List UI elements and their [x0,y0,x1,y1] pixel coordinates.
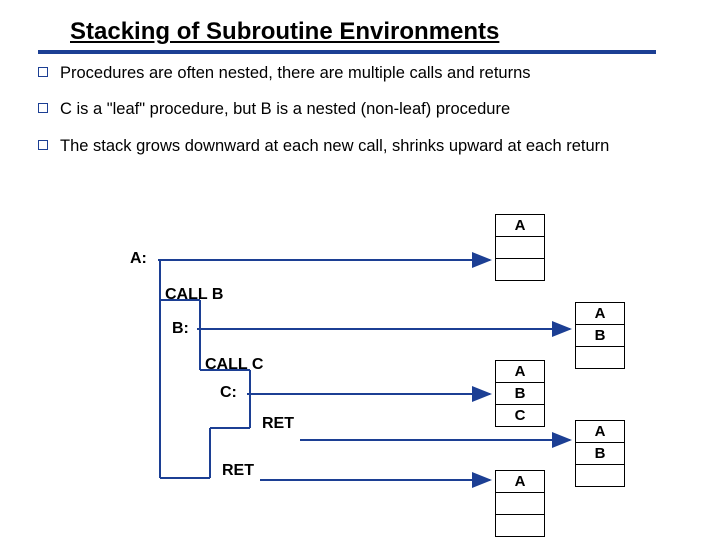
stack-cell: A [576,303,624,325]
label-callC: CALL C [205,356,263,374]
label-callB: CALL B [165,286,223,304]
stack-3: A B C [495,360,545,427]
stack-cell [496,237,544,259]
bullet-text: Procedures are often nested, there are m… [60,62,531,84]
label-ret2: RET [222,462,254,480]
stack-2: A B [575,302,625,369]
bullet-icon [38,67,48,77]
label-A: A: [130,250,147,268]
stack-cell: C [496,405,544,427]
bullet-item: Procedures are often nested, there are m… [38,62,656,84]
bullet-text: C is a "leaf" procedure, but B is a nest… [60,98,510,120]
stack-cell: A [496,361,544,383]
bullet-item: The stack grows downward at each new cal… [38,135,656,157]
bullet-icon [38,103,48,113]
slide-title: Stacking of Subroutine Environments [70,18,499,46]
bullet-icon [38,140,48,150]
stack-cell: B [496,383,544,405]
stack-cell: A [496,471,544,493]
stack-cell: A [576,421,624,443]
stack-5: A [495,470,545,537]
stack-cell: A [496,215,544,237]
label-ret1: RET [262,415,294,433]
bullet-item: C is a "leaf" procedure, but B is a nest… [38,98,656,120]
label-B: B: [172,320,189,338]
stack-cell [496,259,544,281]
bullet-list: Procedures are often nested, there are m… [38,62,656,171]
title-rule [38,50,656,54]
label-C: C: [220,384,237,402]
stack-1: A [495,214,545,281]
stack-cell [496,515,544,537]
stack-cell: B [576,325,624,347]
stack-cell [496,493,544,515]
bullet-text: The stack grows downward at each new cal… [60,135,609,157]
stack-cell: B [576,443,624,465]
stack-cell [576,465,624,487]
stack-4: A B [575,420,625,487]
stack-cell [576,347,624,369]
